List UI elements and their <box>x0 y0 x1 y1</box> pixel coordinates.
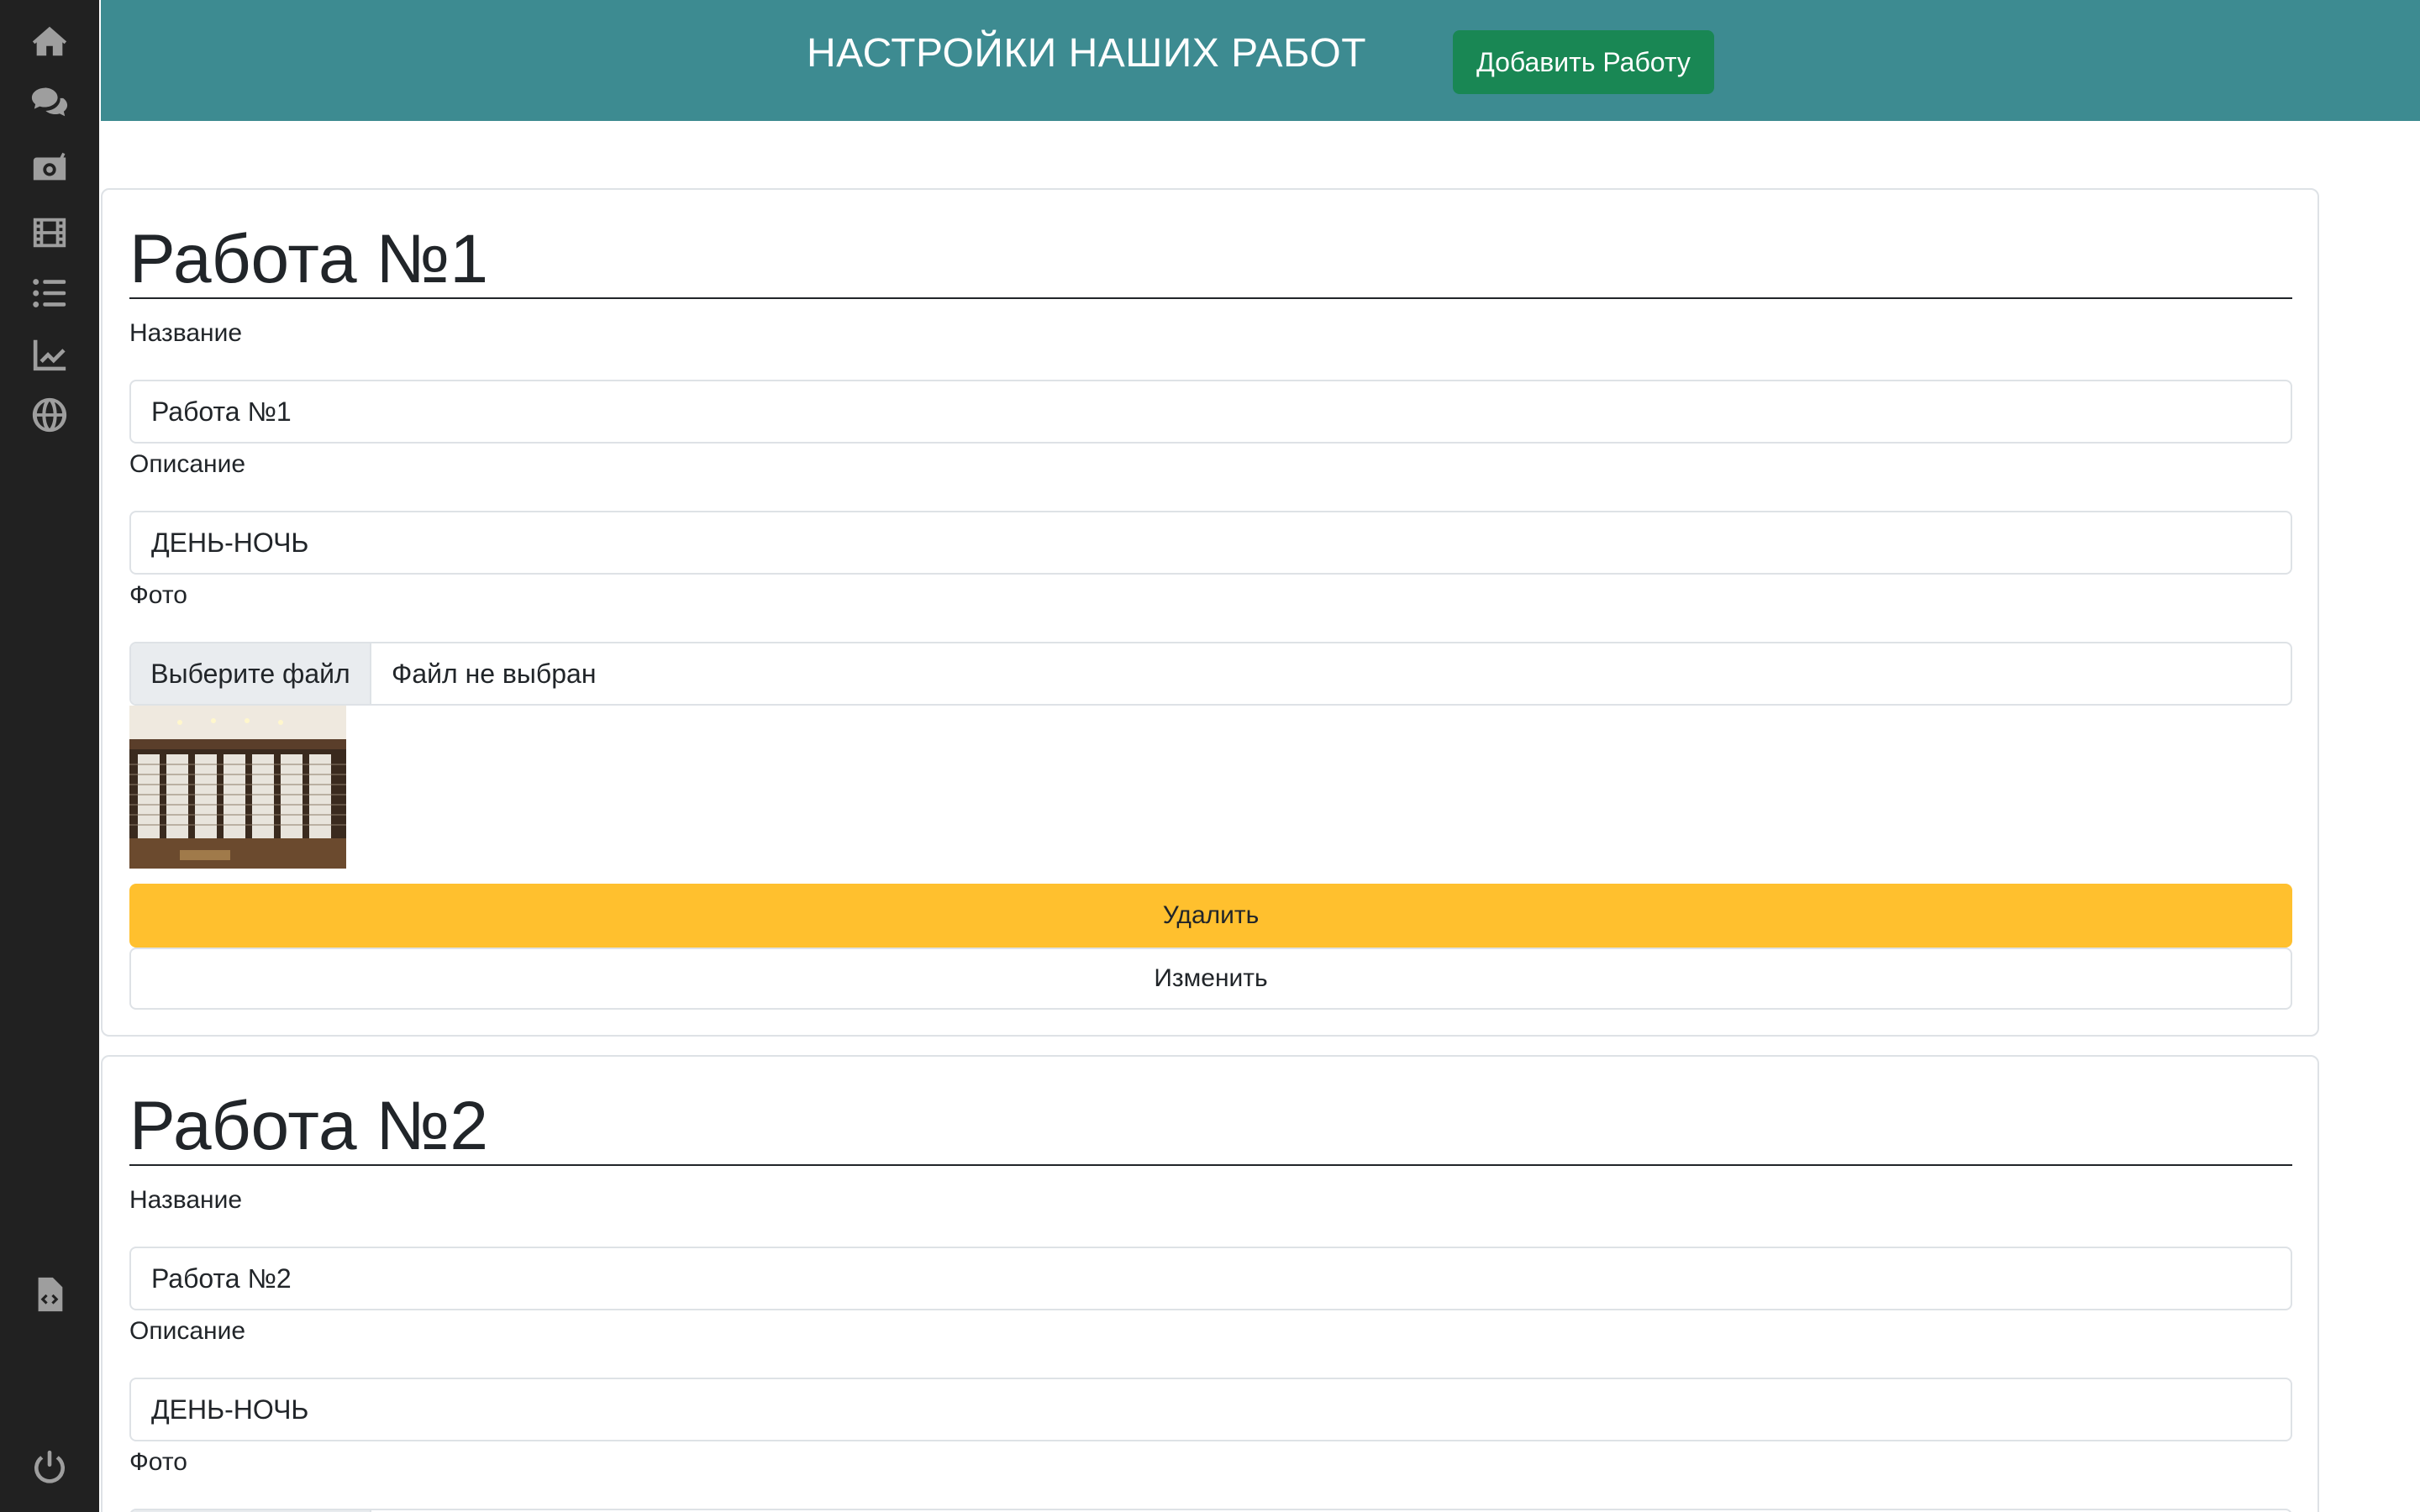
work-card: Работа №1 Название Работа №1 Описание ДЕ… <box>101 188 2319 1037</box>
edit-button[interactable]: Изменить <box>129 948 2292 1010</box>
title-divider <box>129 297 2292 299</box>
work-title: Работа №2 <box>129 1088 488 1164</box>
description-input[interactable]: ДЕНЬ-НОЧЬ <box>129 511 2292 575</box>
description-label: Описание <box>129 1317 246 1345</box>
globe-icon[interactable] <box>27 392 72 438</box>
work-photo-thumbnail <box>129 706 346 869</box>
name-input[interactable]: Работа №2 <box>129 1247 2292 1310</box>
name-label: Название <box>129 1186 243 1214</box>
film-icon[interactable] <box>27 210 72 255</box>
list-icon[interactable] <box>27 270 72 316</box>
chart-line-icon[interactable] <box>27 332 72 377</box>
page-header: НАСТРОЙКИ НАШИХ РАБОТ Добавить Работу <box>101 0 2420 121</box>
home-icon[interactable] <box>27 18 72 64</box>
sidebar <box>0 0 99 1512</box>
description-input[interactable]: ДЕНЬ-НОЧЬ <box>129 1378 2292 1441</box>
name-input[interactable]: Работа №1 <box>129 380 2292 444</box>
delete-button[interactable]: Удалить <box>129 884 2292 948</box>
work-card: Работа №2 Название Работа №2 Описание ДЕ… <box>101 1055 2319 1512</box>
choose-file-button[interactable]: Выберите файл <box>131 643 371 704</box>
photo-file-input[interactable]: Выберите файл Файл не выбран <box>129 642 2292 706</box>
work-title: Работа №1 <box>129 221 488 297</box>
description-label: Описание <box>129 450 246 478</box>
power-icon[interactable] <box>27 1445 72 1490</box>
name-label: Название <box>129 319 243 347</box>
photo-label: Фото <box>129 1448 187 1476</box>
photo-file-input[interactable] <box>129 1509 2292 1512</box>
radio-icon[interactable] <box>27 144 72 190</box>
page-title: НАСТРОЙКИ НАШИХ РАБОТ <box>807 31 1367 76</box>
comments-icon[interactable] <box>27 80 72 125</box>
file-status: Файл не выбран <box>392 658 597 689</box>
title-divider <box>129 1164 2292 1166</box>
photo-label: Фото <box>129 581 187 609</box>
file-code-icon[interactable] <box>27 1272 72 1317</box>
add-work-button[interactable]: Добавить Работу <box>1453 30 1714 94</box>
